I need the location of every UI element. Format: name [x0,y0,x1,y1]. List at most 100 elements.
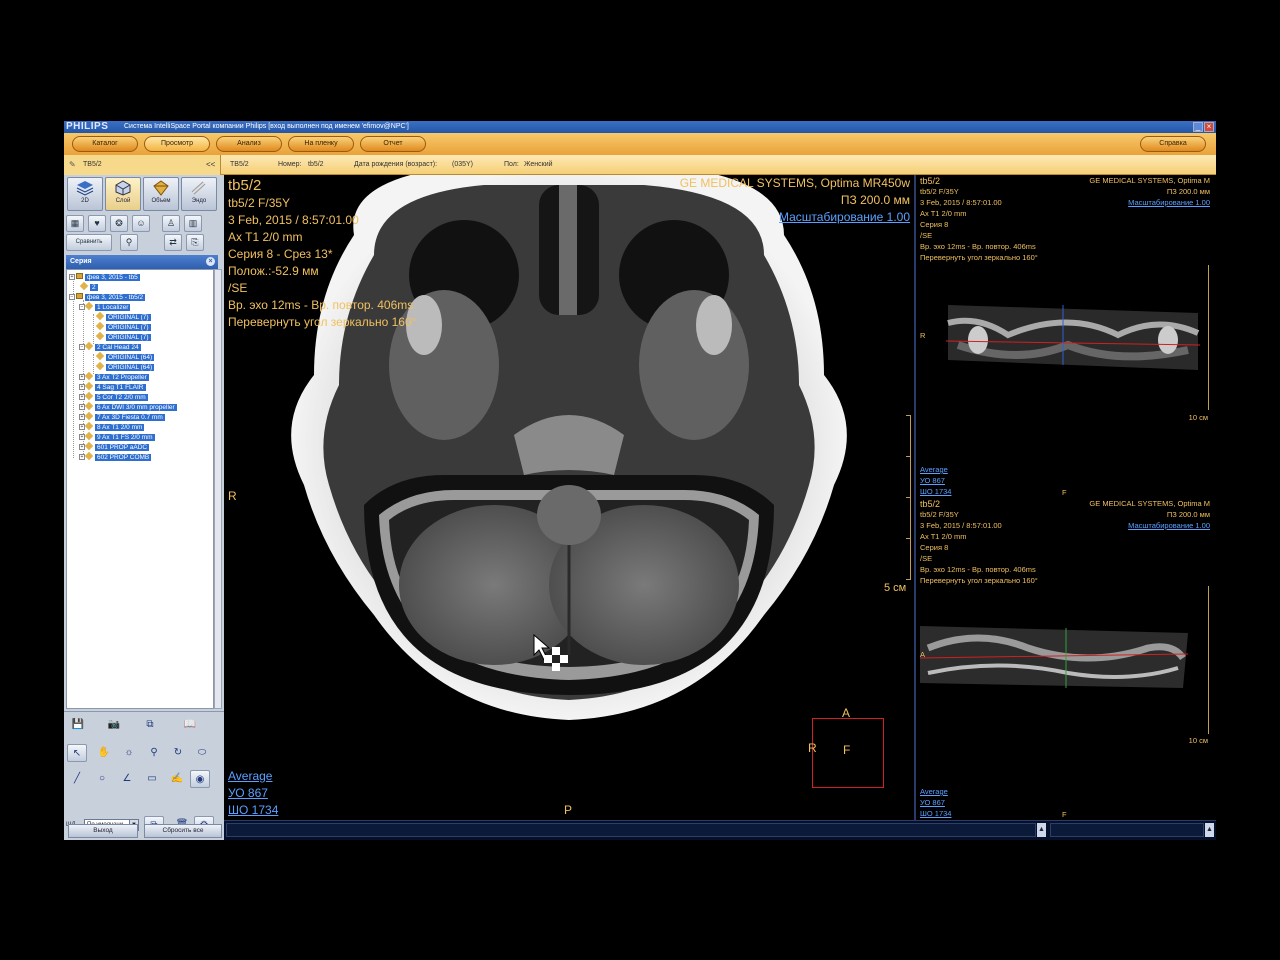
camera-icon[interactable]: 📷 [104,716,124,734]
mode-2d-button[interactable]: 2D [67,177,103,211]
main-wl-width-link[interactable]: ШО 1734 [228,803,278,817]
tree-series-2[interactable]: 2 [79,281,98,292]
tree-study-2[interactable]: − фев 3, 2015 - tb5/2 [69,293,146,302]
main-marker-left: R [228,489,237,503]
line-tool-icon[interactable]: ╱ [67,770,87,788]
tab-analysis[interactable]: Анализ [216,136,282,152]
mode-volume-button[interactable]: Объем [143,177,179,211]
ellipse-tool-icon[interactable]: ⬭ [192,744,212,762]
rotate-icon[interactable]: ↻ [168,744,188,762]
tab-report[interactable]: Отчет [360,136,426,152]
tree-image-original-1[interactable]: ORIGINAL (7) [95,311,151,322]
side2-wl-mode-link[interactable]: Average [920,787,948,796]
side2-orientation: Перевернуть угол зеркально 160° [920,576,1038,585]
tree-scrollbar[interactable] [214,269,222,709]
pan-icon[interactable]: ✋ [94,744,114,762]
side1-marker-left: R [920,331,926,340]
mri-coronal-image [945,305,1201,370]
link-icon[interactable]: ⚲ [120,234,138,251]
chevron-up-icon[interactable]: ▲ [1037,823,1046,837]
sync-icon[interactable]: ⇄ [164,234,182,251]
tree-series-cal-head[interactable]: −2 Cal Head 24 [79,341,141,352]
side1-wl-level-link[interactable]: УО 867 [920,476,945,485]
patient-number-caption: Номер: [278,161,302,168]
tree-study-1[interactable]: + фев 3, 2015 - tb5 [69,273,140,282]
export-icon[interactable]: ⎘ [186,234,204,251]
cube-label-left: R [808,741,817,755]
side1-datetime: 3 Feb, 2015 / 8:57:01.00 [920,198,1002,207]
pin-icon[interactable]: ✎ [69,160,76,169]
main-wl-level-link[interactable]: УО 867 [228,786,268,800]
window-level-icon[interactable]: ☼ [119,744,139,762]
help-button[interactable]: Справка [1140,136,1206,152]
tree-series-601[interactable]: +601 PROP aADC [79,441,150,452]
tree-series-7[interactable]: +7 Ax 3D Fiesta 0.7 mm [79,411,165,422]
side1-fov: ПЗ 200.0 мм [1166,187,1210,196]
tree-image-original-3[interactable]: ORIGINAL (7) [95,331,151,342]
annotation-icon[interactable]: ✍ [167,770,187,788]
side1-wl-mode-link[interactable]: Average [920,465,948,474]
status-segment-right [1050,823,1204,837]
status-segment-main [226,823,1036,837]
side-view-2[interactable]: tb5/2 tb5/2 F/35Y 3 Feb, 2015 / 8:57:01.… [918,498,1216,820]
mode-endo-button[interactable]: Эндо [181,177,217,211]
main-wl-mode-link[interactable]: Average [228,769,272,783]
tab-view[interactable]: Просмотр [144,136,210,152]
side2-wl-level-link[interactable]: УО 867 [920,798,945,807]
book-icon[interactable]: 📖 [180,716,200,734]
patient-selector[interactable]: ✎ TB5/2 << [64,155,221,175]
save-icon[interactable]: 💾 [68,716,88,734]
tab-catalog[interactable]: Каталог [72,136,138,152]
body-icon[interactable]: ♙ [162,215,180,232]
pointer-icon[interactable]: ↖ [67,744,87,762]
chevron-up-icon-right[interactable]: ▲ [1205,823,1214,837]
tree-series-6[interactable]: +6 Ax DWI 3/0 mm propeller [79,401,177,412]
side2-wl-width-link[interactable]: ШО 1734 [920,809,951,818]
main-zoom-link[interactable]: Масштабирование 1.00 [779,210,910,224]
heart-icon[interactable]: ♥ [88,215,106,232]
tree-image-original-5[interactable]: ORIGINAL (64) [95,361,155,372]
tree-series-5[interactable]: +5 Cor T2 2/0 mm [79,391,148,402]
angle-tool-icon[interactable]: ∠ [117,770,137,788]
minimize-icon[interactable]: _ [1193,122,1203,132]
compare-button[interactable]: Сравнить [66,234,112,251]
main-viewport[interactable]: tb5/2 tb5/2 F/35Y 3 Feb, 2015 / 8:57:01.… [224,175,916,820]
tree-series-602[interactable]: +602 PROP COMB [79,451,152,462]
roi-icon[interactable]: ◉ [190,770,210,788]
side1-timing: Вр. эхо 12ms - Вр. повтор. 406ms [920,242,1036,251]
mode-slice-button[interactable]: Слой [105,177,141,211]
tree-series-4[interactable]: +4 Sag T1 FLAIR [79,381,146,392]
right-panel: tb5/2 tb5/2 F/35Y 3 Feb, 2015 / 8:57:01.… [918,175,1216,820]
main-series-slice: Серия 8 - Срез 13* [228,247,333,261]
side1-wl-width-link[interactable]: ШО 1734 [920,487,951,496]
ruler-icon[interactable]: ▭ [142,770,162,788]
brain-icon[interactable]: ❂ [110,215,128,232]
side1-series-name: tb5/2 [920,176,941,186]
close-icon[interactable]: × [1204,122,1214,132]
copy-icon[interactable]: ⧉ [140,716,160,734]
side-view-1[interactable]: tb5/2 tb5/2 F/35Y 3 Feb, 2015 / 8:57:01.… [918,175,1216,497]
side2-datetime: 3 Feb, 2015 / 8:57:01.00 [920,521,1002,530]
side2-marker-bottom: F [1062,810,1067,819]
reset-all-button[interactable]: Сбросить все [144,824,222,838]
tab-film[interactable]: На пленку [288,136,354,152]
tree-series-9[interactable]: +9 Ax T1 FS 2/0 mm [79,431,155,442]
philips-logo: PHILIPS [66,121,109,132]
tree-series-3[interactable]: +3 Ax T2 Propeller [79,371,149,382]
layout-1-icon[interactable]: ▦ [66,215,84,232]
side2-zoom-link[interactable]: Масштабирование 1.00 [1128,521,1210,530]
head-icon[interactable]: ☺ [132,215,150,232]
circle-tool-icon[interactable]: ○ [92,770,112,788]
tree-image-original-4[interactable]: ORIGINAL (64) [95,351,155,362]
patient-dob-caption: Дата рождения (возраст): [354,161,438,168]
patient-number: tb5/2 [308,161,324,168]
side1-zoom-link[interactable]: Масштабирование 1.00 [1128,198,1210,207]
tree-image-original-2[interactable]: ORIGINAL (7) [95,321,151,332]
layout-grid-icon[interactable]: ▥ [184,215,202,232]
tree-series-localizer[interactable]: −1 Localizer [79,301,131,312]
patient-sex-caption: Пол: [504,161,519,168]
collapse-panel-button[interactable]: << [206,160,215,169]
exit-button[interactable]: Выход [68,824,138,838]
zoom-icon[interactable]: ⚲ [144,744,164,762]
close-series-panel-icon[interactable]: × [206,257,215,266]
